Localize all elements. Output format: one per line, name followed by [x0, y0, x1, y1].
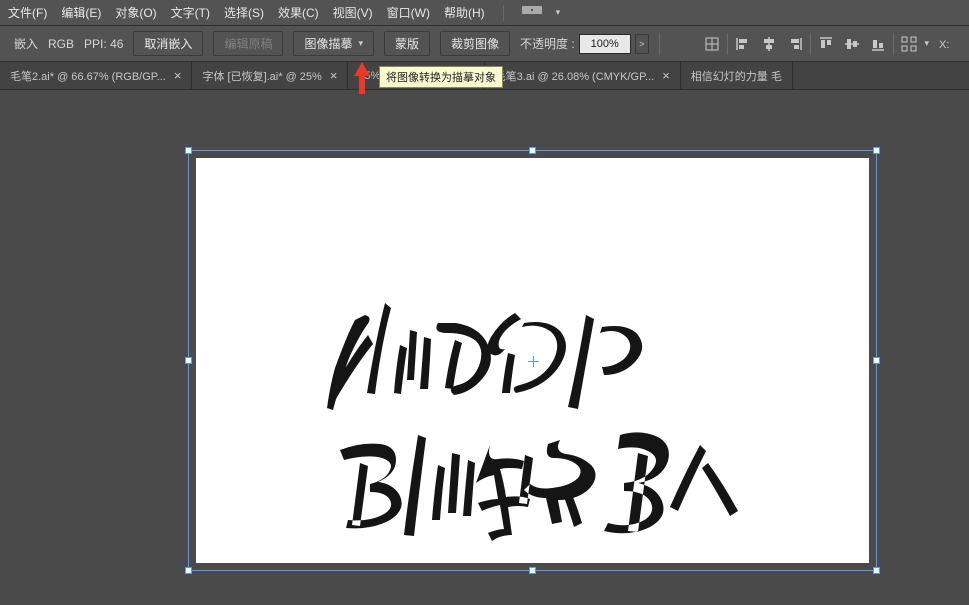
close-icon[interactable]: ×: [330, 68, 338, 83]
menu-bar: 文件(F) 编辑(E) 对象(O) 文字(T) 选择(S) 效果(C) 视图(V…: [0, 0, 969, 26]
tab-document[interactable]: 毛笔2.ai* @ 66.67% (RGB/GP... ×: [0, 62, 192, 89]
resize-handle-top-right[interactable]: [873, 147, 880, 154]
align-vcenter-icon[interactable]: [841, 33, 863, 55]
align-right-icon[interactable]: [784, 33, 806, 55]
separator: [893, 33, 894, 55]
edit-original-button: 编辑原稿: [213, 31, 283, 56]
menu-edit[interactable]: 编辑(E): [61, 4, 101, 21]
control-bar: 嵌入 RGB PPI: 46 取消嵌入 编辑原稿 图像描摹▾ 蒙版 裁剪图像 不…: [0, 26, 969, 62]
chevron-down-icon[interactable]: ▾: [924, 38, 929, 49]
canvas[interactable]: [0, 90, 969, 605]
selection-bounding-box[interactable]: [188, 150, 877, 571]
menu-help[interactable]: 帮助(H): [444, 4, 485, 21]
align-top-icon[interactable]: [815, 33, 837, 55]
align-tools: ▾ X:: [701, 33, 955, 55]
close-icon[interactable]: ×: [662, 68, 670, 83]
tab-label: 毛笔2.ai* @ 66.67% (RGB/GP...: [10, 68, 166, 84]
align-hcenter-icon[interactable]: [758, 33, 780, 55]
transform-panel-icon[interactable]: [701, 33, 723, 55]
tab-document[interactable]: 相信幻灯的力量 毛: [681, 62, 793, 89]
tab-label: 毛笔3.ai @ 26.08% (CMYK/GP...: [495, 68, 655, 84]
menu-file[interactable]: 文件(F): [8, 4, 47, 21]
annotation-arrow-icon: [352, 62, 372, 94]
resize-handle-bottom-middle[interactable]: [529, 567, 536, 574]
position-x-icon[interactable]: X:: [933, 33, 955, 55]
resize-handle-top-left[interactable]: [185, 147, 192, 154]
tab-document[interactable]: 字体 [已恢复].ai* @ 25% ×: [192, 62, 348, 89]
separator: [810, 33, 811, 55]
opacity-group: 不透明度 :: [520, 34, 649, 54]
align-bottom-icon[interactable]: [867, 33, 889, 55]
svg-text:X:: X:: [939, 39, 949, 51]
tab-document[interactable]: 毛笔3.ai @ 26.08% (CMYK/GP... ×: [485, 62, 681, 89]
resize-handle-top-middle[interactable]: [529, 147, 536, 154]
menu-text[interactable]: 文字(T): [171, 4, 210, 21]
selection-center-icon: [528, 356, 539, 367]
crop-image-button[interactable]: 裁剪图像: [440, 31, 510, 56]
menu-object[interactable]: 对象(O): [115, 4, 156, 21]
resize-handle-middle-left[interactable]: [185, 357, 192, 364]
embed-label: 嵌入: [14, 35, 38, 52]
transform-each-icon[interactable]: [898, 33, 920, 55]
menu-select[interactable]: 选择(S): [224, 4, 264, 21]
colormode-label: RGB: [48, 37, 74, 51]
menu-effect[interactable]: 效果(C): [278, 4, 319, 21]
ppi-label: PPI: 46: [84, 37, 123, 51]
tab-label: 字体 [已恢复].ai* @ 25%: [202, 68, 321, 84]
tooltip: 将图像转换为描摹对象: [379, 66, 503, 88]
resize-handle-middle-right[interactable]: [873, 357, 880, 364]
resize-handle-bottom-left[interactable]: [185, 567, 192, 574]
opacity-stepper[interactable]: [635, 34, 649, 54]
menu-separator: [503, 5, 504, 21]
opacity-input[interactable]: [579, 34, 631, 54]
resize-handle-bottom-right[interactable]: [873, 567, 880, 574]
align-left-icon[interactable]: [732, 33, 754, 55]
close-icon[interactable]: ×: [174, 68, 182, 83]
chevron-down-icon[interactable]: ▾: [556, 7, 561, 18]
chevron-down-icon[interactable]: ▾: [358, 38, 363, 49]
separator: [727, 33, 728, 55]
workspace-switcher-icon[interactable]: [522, 6, 542, 20]
separator: [659, 33, 660, 55]
opacity-label: 不透明度 :: [520, 35, 575, 52]
menu-window[interactable]: 窗口(W): [387, 4, 430, 21]
unembed-button[interactable]: 取消嵌入: [133, 31, 203, 56]
image-trace-button[interactable]: 图像描摹▾: [293, 31, 374, 56]
mask-button[interactable]: 蒙版: [384, 31, 430, 56]
menu-view[interactable]: 视图(V): [333, 4, 373, 21]
tab-label: 相信幻灯的力量 毛: [691, 68, 782, 84]
